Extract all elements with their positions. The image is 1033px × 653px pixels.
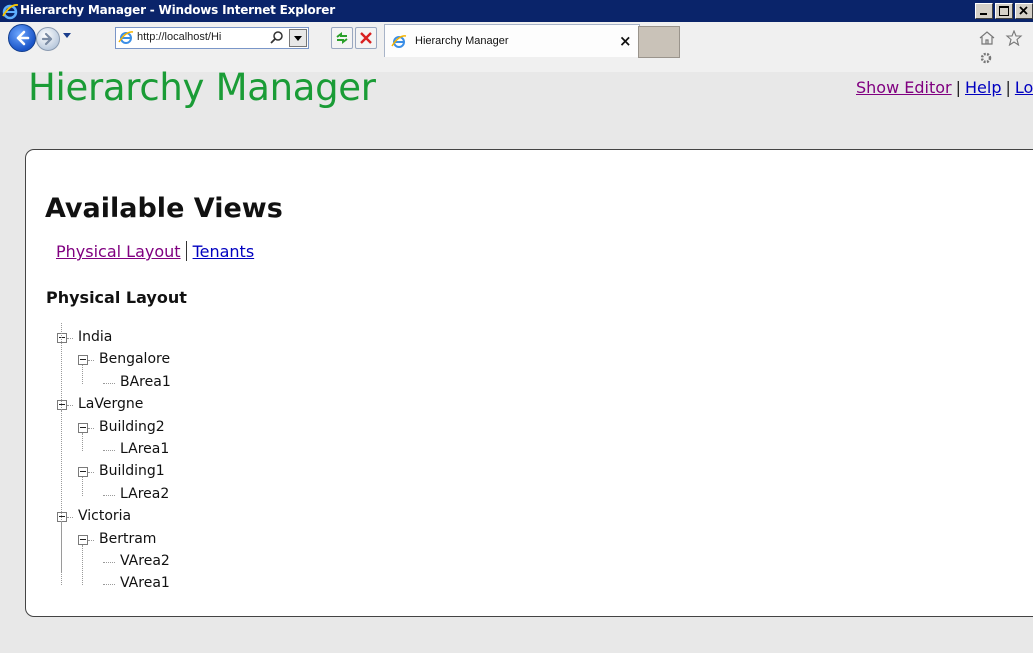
stop-icon (360, 32, 372, 44)
tree-leaf-node[interactable]: VArea2 (120, 553, 170, 569)
tree-connector (67, 405, 73, 407)
window-title-bar: Hierarchy Manager - Windows Internet Exp… (0, 0, 1033, 22)
help-link[interactable]: Help (965, 78, 1001, 97)
available-views-heading: Available Views (45, 193, 283, 224)
tree-node[interactable]: Bengalore (99, 351, 170, 367)
logout-link[interactable]: Logout (1015, 78, 1033, 97)
browser-toolbar: http://localhost/Hi Hierarchy Manager × (0, 22, 1033, 72)
tree-collapse-toggle[interactable] (78, 355, 88, 366)
tree-connector (88, 472, 94, 474)
tree-leaf-node[interactable]: LArea2 (120, 486, 169, 502)
tree-guide-line (61, 323, 62, 572)
tree-connector (103, 450, 115, 451)
tree-collapse-toggle[interactable] (78, 422, 88, 433)
maximize-icon (999, 6, 1009, 16)
close-window-button[interactable] (1015, 3, 1033, 19)
tree-connector (103, 494, 115, 496)
tab-title: Hierarchy Manager (415, 35, 509, 47)
tree-connector (88, 360, 94, 362)
site-title: Hierarchy Manager (28, 66, 376, 109)
tree-collapse-toggle[interactable] (57, 400, 67, 411)
link-separator: | (955, 78, 961, 97)
tree-connector (88, 539, 94, 541)
tree-collapse-toggle[interactable] (57, 333, 67, 343)
tree-node[interactable]: Bertram (99, 531, 156, 547)
window-controls (973, 3, 1033, 19)
tree-collapse-toggle[interactable] (78, 467, 88, 478)
chevron-down-icon (294, 36, 302, 41)
window-title: Hierarchy Manager - Windows Internet Exp… (20, 3, 335, 17)
tree-node[interactable]: Building1 (99, 463, 165, 479)
new-tab-button[interactable] (638, 26, 680, 58)
tree-node[interactable]: Victoria (78, 508, 131, 524)
tree-connector (103, 562, 115, 563)
browser-command-icons (978, 29, 1033, 70)
minimize-button[interactable] (975, 3, 993, 19)
tree-guide-line (82, 477, 83, 496)
tree-connector (103, 584, 115, 586)
tree-collapse-toggle[interactable] (57, 512, 67, 523)
search-icon[interactable] (270, 30, 284, 44)
forward-button[interactable] (36, 27, 60, 51)
link-separator: | (1005, 78, 1011, 97)
home-icon[interactable] (978, 30, 996, 46)
refresh-button[interactable] (331, 27, 353, 49)
tree-node[interactable]: LaVergne (78, 396, 143, 412)
tree-guide-line (82, 432, 83, 451)
ie-logo-icon (2, 4, 19, 20)
gear-icon[interactable] (978, 50, 992, 66)
address-url[interactable]: http://localhost/Hi (137, 31, 247, 43)
address-bar[interactable]: http://localhost/Hi (115, 27, 309, 49)
show-editor-link[interactable]: Show Editor (856, 78, 952, 97)
tree-leaf-node[interactable]: BArea1 (120, 374, 171, 390)
view-separator (185, 241, 187, 261)
tree-collapse-toggle[interactable] (78, 534, 88, 545)
tab-close-button[interactable]: × (619, 32, 632, 50)
minimize-icon (980, 13, 987, 15)
tree-connector (88, 427, 94, 429)
tree-leaf-node[interactable]: LArea1 (120, 441, 169, 457)
recent-pages-dropdown[interactable] (62, 32, 72, 40)
tree-connector (67, 517, 73, 519)
tab-hierarchy-manager[interactable]: Hierarchy Manager × (384, 24, 640, 57)
forward-arrow-icon (41, 32, 53, 46)
tree-connector (103, 382, 115, 384)
ie-page-icon (391, 35, 407, 48)
header-links: Show Editor|Help|Logout (856, 78, 1033, 97)
tree-guide-line (82, 365, 83, 384)
back-arrow-icon (16, 30, 30, 46)
view-link-tenants[interactable]: Tenants (193, 242, 255, 261)
stop-button[interactable] (355, 27, 377, 49)
tree-guide-line (82, 544, 83, 586)
tree-leaf-node[interactable]: VArea1 (120, 575, 170, 591)
view-link-physical-layout[interactable]: Physical Layout (56, 242, 181, 261)
view-links: Physical Layout Tenants (56, 241, 254, 261)
maximize-button[interactable] (995, 3, 1013, 19)
tree-node[interactable]: India (78, 329, 112, 345)
tree-node[interactable]: Building2 (99, 419, 165, 435)
star-icon[interactable] (1005, 29, 1023, 47)
refresh-icon (336, 32, 348, 44)
close-icon (1019, 6, 1028, 15)
current-view-title: Physical Layout (46, 288, 187, 307)
address-dropdown-button[interactable] (289, 29, 307, 47)
ie-page-icon (118, 31, 134, 44)
tree-connector (67, 338, 73, 339)
back-button[interactable] (8, 24, 36, 52)
